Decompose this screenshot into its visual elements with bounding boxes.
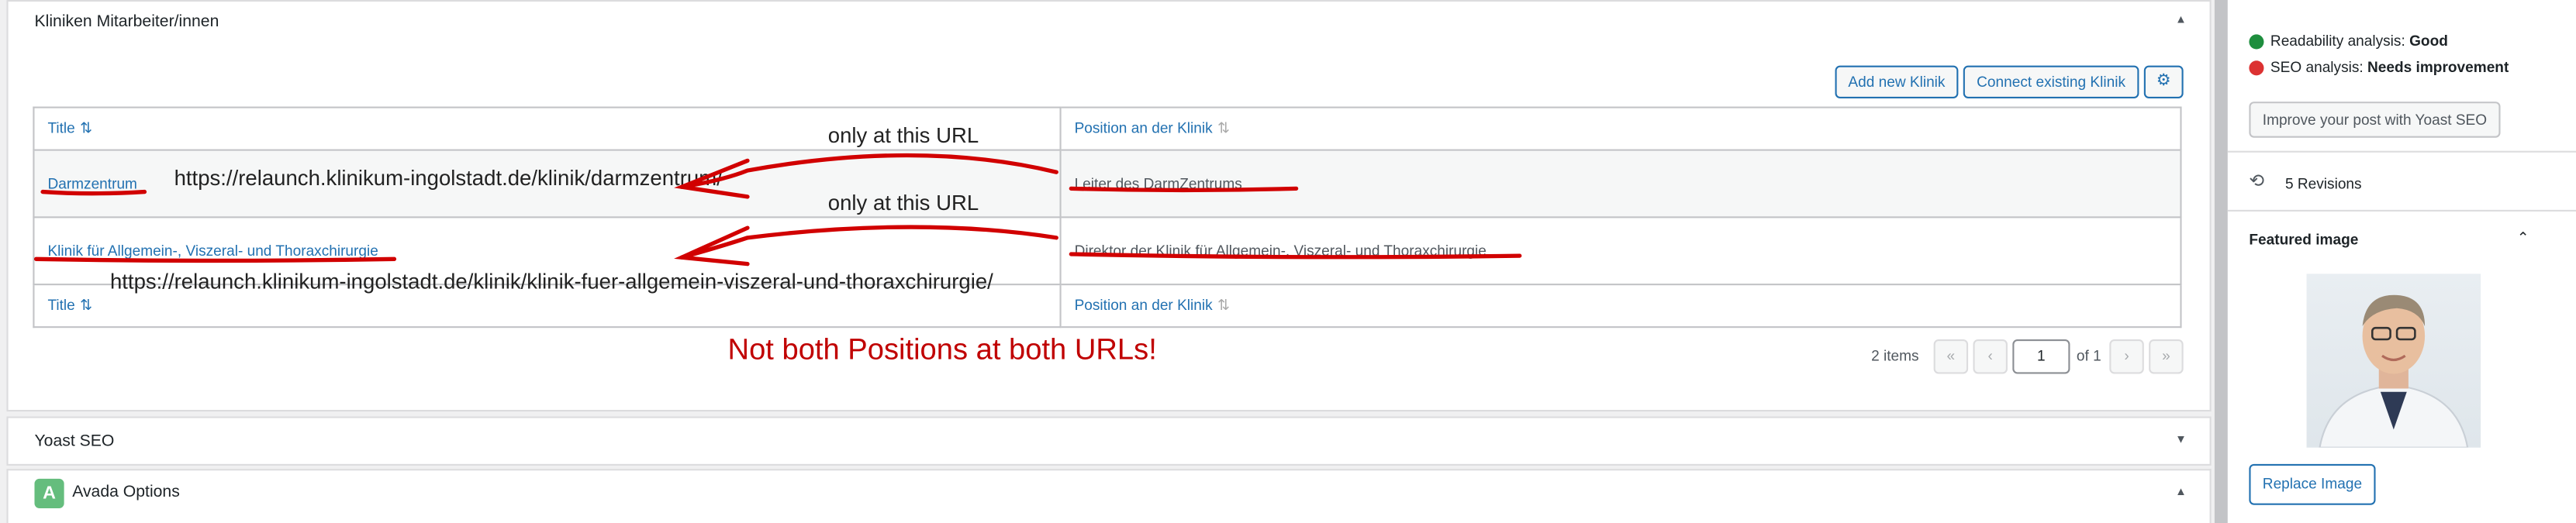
collapse-chevron-icon[interactable]: ⌃ <box>2517 229 2529 247</box>
main-column: Kliniken Mitarbeiter/innen ▲ Add new Kli… <box>0 0 2215 523</box>
underline-position-2 <box>1069 252 1522 260</box>
portrait-photo <box>2319 294 2469 448</box>
improve-yoast-button[interactable]: Improve your post with Yoast SEO <box>2249 102 2501 138</box>
revisions-section[interactable]: ⟲ 5 Revisions <box>2227 151 2576 212</box>
good-face-icon <box>2249 34 2264 50</box>
bad-face-icon <box>2249 60 2264 76</box>
featured-image-thumbnail[interactable] <box>2306 274 2481 448</box>
arrow-curve-1 <box>679 153 1058 189</box>
revisions-link[interactable]: 5 Revisions <box>2285 175 2362 191</box>
underline-darmzentrum <box>40 189 147 196</box>
underline-klinik-title <box>33 256 397 263</box>
column-divider <box>2214 0 2228 523</box>
underline-position-1 <box>1069 186 1299 193</box>
seo-status: SEO analysis: Needs improvement <box>2249 59 2509 76</box>
history-icon: ⟲ <box>2249 172 2264 192</box>
featured-image-title: Featured image <box>2249 231 2359 248</box>
replace-image-button[interactable]: Replace Image <box>2249 463 2376 505</box>
yoast-publish-section: Readability analysis: Good SEO analysis:… <box>2227 0 2576 153</box>
edit-sidebar: Readability analysis: Good SEO analysis:… <box>2227 0 2576 523</box>
ink-annotations <box>33 153 1522 267</box>
readability-status: Readability analysis: Good <box>2249 33 2448 50</box>
